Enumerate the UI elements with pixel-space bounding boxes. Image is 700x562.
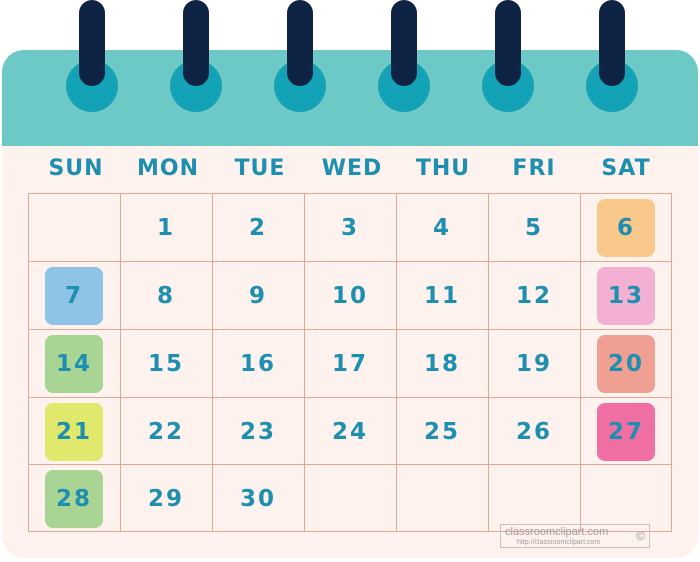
day-cell-26: 26 [515, 418, 552, 445]
day-cell-28: 28 [55, 485, 92, 512]
day-cell-14: 14 [55, 350, 92, 377]
day-cell-24: 24 [331, 418, 368, 445]
binder-ring-icon [183, 0, 209, 86]
copyright-icon: © [636, 529, 645, 543]
watermark-site: classroomclipart.com [505, 526, 609, 538]
day-cell-4: 4 [432, 214, 451, 241]
day-cell-23: 23 [239, 418, 276, 445]
day-cell-18: 18 [423, 350, 460, 377]
binder-ring-icon [287, 0, 313, 86]
binder-ring-icon [495, 0, 521, 86]
calendar: SUN MON TUE WED THU FRI SAT 1 2 3 4 5 6 7 8 9 10 1… [0, 0, 700, 562]
day-cell-12: 12 [515, 282, 552, 309]
day-cell-17: 17 [331, 350, 368, 377]
day-cell-6: 6 [616, 214, 635, 241]
day-cell-20: 20 [607, 350, 644, 377]
day-cell-1: 1 [156, 214, 175, 241]
weekday-sat: SAT [601, 156, 651, 181]
weekday-tue: TUE [234, 156, 286, 181]
day-cell-2: 2 [248, 214, 267, 241]
day-cell-11: 11 [423, 282, 460, 309]
weekday-wed: WED [321, 156, 383, 181]
binder-ring-icon [391, 0, 417, 86]
day-cell-29: 29 [147, 485, 184, 512]
day-cell-27: 27 [607, 418, 644, 445]
day-cell-7: 7 [64, 282, 83, 309]
binder-ring-icon [599, 0, 625, 86]
day-cell-13: 13 [607, 282, 644, 309]
binder-ring-icon [79, 0, 105, 86]
weekday-mon: MON [136, 156, 199, 181]
day-cell-5: 5 [524, 214, 543, 241]
day-cell-25: 25 [423, 418, 460, 445]
watermark-url: http://classroomclipart.com [517, 539, 601, 546]
day-cell-8: 8 [156, 282, 175, 309]
weekday-thu: THU [415, 156, 471, 181]
day-cell-30: 30 [239, 485, 276, 512]
day-cell-15: 15 [147, 350, 184, 377]
day-cell-19: 19 [515, 350, 552, 377]
day-cell-16: 16 [239, 350, 276, 377]
day-cell-21: 21 [55, 418, 92, 445]
day-cell-3: 3 [340, 214, 359, 241]
weekday-sun: SUN [48, 156, 104, 181]
day-cell-10: 10 [331, 282, 368, 309]
weekday-fri: FRI [512, 156, 556, 181]
watermark: classroomclipart.com http://classroomcli… [500, 524, 650, 548]
day-cell-9: 9 [248, 282, 267, 309]
day-cell-22: 22 [147, 418, 184, 445]
